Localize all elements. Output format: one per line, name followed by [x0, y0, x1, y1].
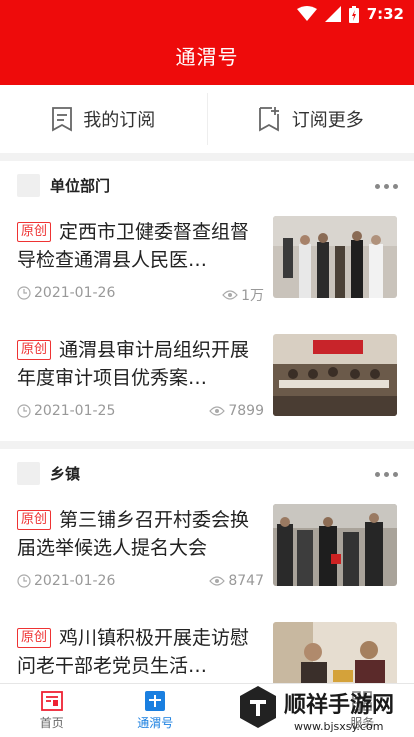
article-title-block: 原创 第三铺乡召开村委会换届选举候选人提名大会: [17, 506, 262, 562]
eye-icon: [209, 576, 226, 586]
more-options-icon[interactable]: [375, 184, 398, 189]
article-photo: [273, 216, 397, 298]
article-thumbnail[interactable]: [273, 216, 397, 298]
article-title-block: 原创 通渭县审计局组织开展年度审计项目优秀案…: [17, 336, 262, 392]
article-thumbnail[interactable]: [273, 504, 397, 586]
app-header: 7:32 通渭号: [0, 0, 414, 85]
article-date-text: 2021-01-26: [34, 573, 116, 589]
original-badge: 原创: [17, 222, 52, 242]
subscribe-more-button[interactable]: 订阅更多: [208, 85, 414, 153]
nav-home[interactable]: 首页: [0, 684, 104, 737]
article-title: 鸡川镇积极开展走访慰问老干部老党员生活…: [17, 627, 250, 677]
battery-icon: [348, 5, 359, 23]
section-title[interactable]: 单位部门: [50, 174, 110, 198]
clock-icon: [17, 574, 31, 588]
article-date: 2021-01-26: [17, 285, 115, 301]
original-badge: 原创: [17, 510, 52, 530]
subscription-bar: 我的订阅 订阅更多: [0, 85, 414, 153]
more-options-icon[interactable]: [375, 472, 398, 477]
status-bar: 7:32: [0, 0, 414, 28]
article-date-text: 2021-01-26: [34, 285, 116, 301]
article-date: 2021-01-25: [17, 403, 115, 419]
article-item[interactable]: 原创 通渭县审计局组织开展年度审计项目优秀案… 2021-01-25 7899: [0, 327, 414, 445]
watermark-brand: 顺祥手游网: [284, 692, 394, 718]
section-header: 单位部门: [0, 161, 414, 209]
my-subscriptions-button[interactable]: 我的订阅: [0, 85, 207, 153]
nav-home-label: 首页: [39, 715, 64, 730]
article-views-text: 1万: [241, 288, 264, 304]
article-views-text: 7899: [228, 403, 264, 419]
article-title-block: 原创 定西市卫健委督查组督导检查通渭县人民医…: [17, 218, 262, 274]
wifi-icon: [296, 6, 317, 21]
article-photo: [273, 504, 397, 586]
site-watermark: 顺祥手游网 www.bjsxsy.com: [236, 682, 414, 737]
signal-icon: [324, 6, 341, 22]
nav-channel-label: 通渭号: [137, 715, 174, 730]
article-date: 2021-01-26: [17, 573, 115, 589]
section-logo: [17, 462, 40, 485]
eye-icon: [209, 406, 226, 416]
clock-icon: [17, 286, 31, 300]
article-title: 定西市卫健委督查组督导检查通渭县人民医…: [17, 221, 250, 271]
section-logo: [17, 174, 40, 197]
article-views: 7899: [209, 403, 264, 419]
subscribe-more-label: 订阅更多: [291, 110, 364, 131]
channel-icon: [145, 690, 166, 711]
article-views: 1万: [222, 285, 264, 305]
section-header: 乡镇: [0, 449, 414, 497]
status-icons: 7:32: [296, 5, 404, 23]
article-title-block: 原创 鸡川镇积极开展走访慰问老干部老党员生活…: [17, 624, 262, 680]
news-icon: [40, 690, 63, 711]
original-badge: 原创: [17, 340, 52, 360]
article-thumbnail[interactable]: [273, 334, 397, 416]
watermark-logo: 顺祥手游网 www.bjsxsy.com: [240, 686, 394, 733]
bookmark-add-icon: [258, 107, 279, 132]
section-towns: 乡镇 原创 第三铺乡召开村委会换届选举候选人提名大会 2021-01-26 874…: [0, 449, 414, 704]
nav-channel[interactable]: 通渭号: [104, 684, 208, 737]
my-subscriptions-label: 我的订阅: [83, 110, 156, 131]
app-screen: 7:32 通渭号 我的订阅 订阅更多 单位部门 原创 定西市卫健委督查组督导检查通…: [0, 0, 414, 737]
watermark-url: www.bjsxsy.com: [294, 720, 383, 733]
status-time: 7:32: [366, 5, 404, 23]
article-title: 第三铺乡召开村委会换届选举候选人提名大会: [17, 509, 250, 559]
eye-icon: [222, 290, 238, 300]
article-views: 8747: [209, 573, 264, 589]
article-title: 通渭县审计局组织开展年度审计项目优秀案…: [17, 339, 250, 389]
original-badge: 原创: [17, 628, 52, 648]
clock-icon: [17, 404, 31, 418]
article-date-text: 2021-01-25: [34, 403, 116, 419]
article-item[interactable]: 原创 定西市卫健委督查组督导检查通渭县人民医… 2021-01-26 1万: [0, 209, 414, 327]
section-title[interactable]: 乡镇: [50, 462, 80, 486]
section-departments: 单位部门 原创 定西市卫健委督查组督导检查通渭县人民医… 2021-01-26 1…: [0, 161, 414, 441]
article-photo: [273, 334, 397, 416]
article-item[interactable]: 原创 第三铺乡召开村委会换届选举候选人提名大会 2021-01-26 8747: [0, 497, 414, 615]
page-title: 通渭号: [175, 45, 239, 69]
bookmark-icon: [52, 107, 73, 132]
article-views-text: 8747: [228, 573, 264, 589]
